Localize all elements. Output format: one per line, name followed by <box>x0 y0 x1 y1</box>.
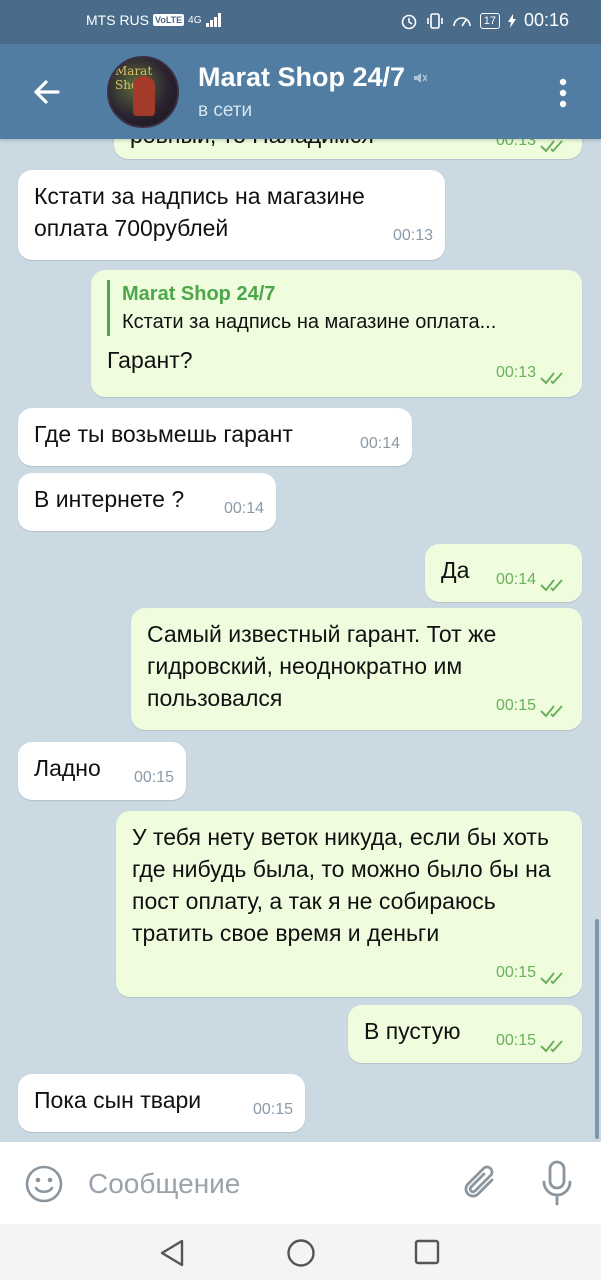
message-time: 00:14 <box>495 571 536 588</box>
message-text: У тебя нету веток никуда, если бы хоть г… <box>132 824 551 946</box>
carrier-label: MTS RUS <box>86 12 149 28</box>
avatar[interactable]: Marat Shop <box>107 56 179 128</box>
more-vertical-icon[interactable] <box>557 78 569 108</box>
message-bubble-outgoing[interactable]: В пустую 00:15 <box>348 1005 582 1063</box>
reply-text: Кстати за надпись на магазине оплата... <box>122 311 497 333</box>
arrow-left-icon[interactable] <box>28 74 64 110</box>
message-bubble-outgoing[interactable]: Самый известный гарант. Тот же гидровски… <box>131 608 582 730</box>
double-check-icon <box>540 1040 563 1053</box>
message-time: 00:15 <box>495 1032 536 1049</box>
reply-quote[interactable]: Marat Shop 24/7 Кстати за надпись на маг… <box>107 280 566 336</box>
message-text: Где ты возьмешь гарант <box>34 421 293 447</box>
vibrate-icon <box>426 12 443 29</box>
double-check-icon <box>540 372 563 385</box>
message-bubble-incoming[interactable]: Кстати за надпись на магазине оплата 700… <box>18 170 445 260</box>
status-time: 00:16 <box>523 10 569 30</box>
double-check-icon <box>540 972 563 985</box>
message-bubble-incoming[interactable]: Пока сын твари 00:15 <box>18 1074 305 1132</box>
message-time: 00:13 <box>495 364 536 381</box>
status-bar: MTS RUS VoLTE 4G 17 00:16 <box>0 0 601 44</box>
charging-icon <box>507 13 516 28</box>
scrollbar[interactable] <box>595 919 599 1139</box>
message-bubble-incoming[interactable]: В интернете ? 00:14 <box>18 473 276 531</box>
double-check-icon <box>540 579 563 592</box>
message-input-bar: Сообщение <box>0 1142 601 1224</box>
message-bubble-outgoing[interactable]: ровный, то Наладимся 00:13 <box>114 139 582 159</box>
message-time: 00:15 <box>133 769 174 786</box>
message-bubble-incoming[interactable]: Ладно 00:15 <box>18 742 186 800</box>
message-time: 00:15 <box>495 697 536 714</box>
nav-home-icon[interactable] <box>286 1238 316 1268</box>
double-check-icon <box>540 140 563 153</box>
paperclip-icon[interactable] <box>462 1162 500 1204</box>
message-list[interactable]: ровный, то Наладимся 00:13 Кстати за над… <box>0 139 601 1142</box>
message-bubble-incoming[interactable]: Где ты возьмешь гарант 00:14 <box>18 408 412 466</box>
alarm-icon <box>401 14 417 29</box>
chat-title-text: Marat Shop 24/7 <box>198 62 406 92</box>
message-bubble-outgoing[interactable]: Да 00:14 <box>425 544 582 602</box>
double-check-icon <box>540 705 563 718</box>
microphone-icon[interactable] <box>540 1160 574 1206</box>
message-time: 00:13 <box>495 139 536 149</box>
speed-icon <box>452 16 471 26</box>
battery-level: 17 <box>479 12 500 29</box>
nav-back-icon[interactable] <box>158 1238 186 1268</box>
avatar-figure <box>133 76 155 116</box>
status-right: 17 00:16 <box>400 10 569 31</box>
message-time: 00:14 <box>223 500 264 517</box>
message-bubble-outgoing[interactable]: Marat Shop 24/7 Кстати за надпись на маг… <box>91 270 582 397</box>
message-time: 00:15 <box>252 1101 293 1118</box>
message-bubble-outgoing[interactable]: У тебя нету веток никуда, если бы хоть г… <box>116 811 582 997</box>
chat-header: Marat Shop Marat Shop 24/7 в сети <box>0 44 601 139</box>
message-time: 00:13 <box>392 227 433 244</box>
message-time: 00:14 <box>359 435 400 452</box>
chat-title[interactable]: Marat Shop 24/7 <box>198 62 428 93</box>
message-text: Пока сын твари <box>34 1087 202 1113</box>
nav-recent-apps-icon[interactable] <box>414 1239 440 1265</box>
system-nav-bar <box>0 1224 601 1280</box>
chat-status: в сети <box>198 100 253 121</box>
reply-author: Marat Shop 24/7 <box>122 283 276 305</box>
message-text: Кстати за надпись на магазине оплата 700… <box>34 183 365 241</box>
emoji-icon[interactable] <box>24 1164 64 1204</box>
network-label: 4G <box>188 14 202 26</box>
volte-badge: VoLTE <box>153 14 185 26</box>
muted-speaker-icon <box>414 72 428 83</box>
signal-icon <box>205 13 221 27</box>
status-left: MTS RUS VoLTE 4G <box>86 12 222 28</box>
message-time: 00:15 <box>495 964 536 981</box>
message-input[interactable]: Сообщение <box>88 1168 240 1200</box>
